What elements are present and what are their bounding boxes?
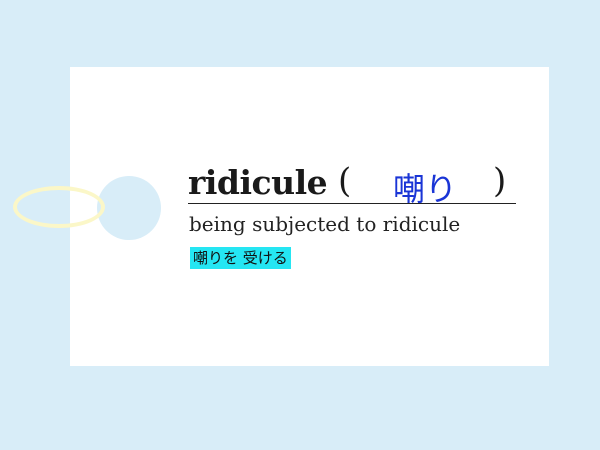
japanese-phrase-badge: 嘲りを 受ける (190, 247, 291, 269)
vocab-word: ridicule (188, 163, 328, 202)
word-heading: ridicule ( 嘲り ) (188, 161, 516, 208)
close-paren: ) (493, 161, 507, 201)
english-meaning: being subjected to ridicule (189, 212, 461, 236)
card-ring-string (13, 186, 105, 228)
card-hole (97, 176, 161, 240)
kanji-reading: 嘲り (393, 170, 458, 208)
open-paren: ( (338, 161, 352, 201)
